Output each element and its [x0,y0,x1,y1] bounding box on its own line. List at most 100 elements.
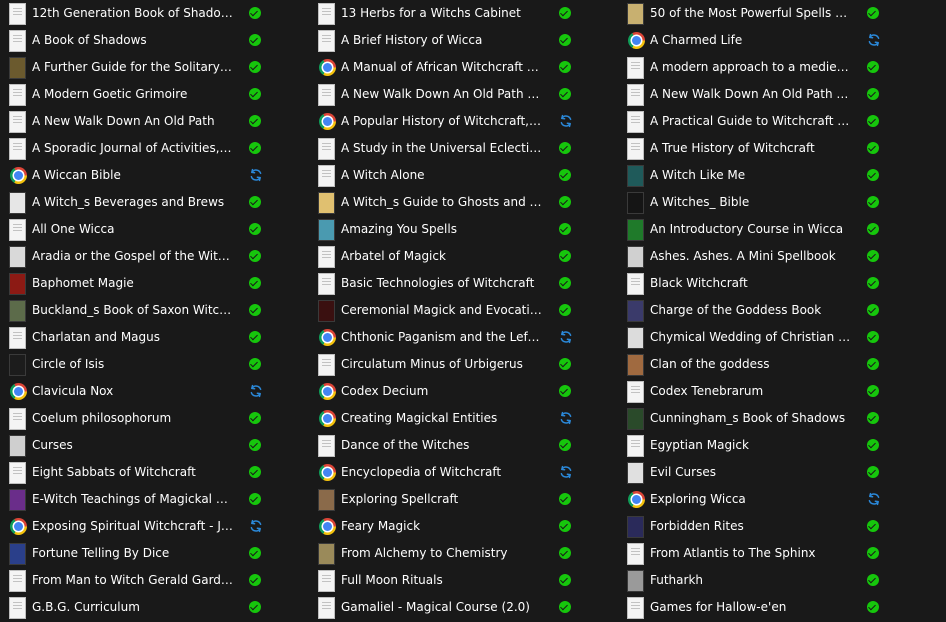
synced-check-icon [249,547,261,559]
file-name: From Atlantis to The Sphinx [650,546,816,560]
file-item[interactable]: From Atlantis to The Sphinx [618,540,888,567]
synced-check-icon [249,439,261,451]
file-item[interactable]: Evil Curses [618,459,888,486]
pdf-page-thumbnail-icon [9,3,26,25]
file-item[interactable]: An Introductory Course in Wicca [618,216,888,243]
file-item[interactable]: Full Moon Rituals [309,567,579,594]
file-item[interactable]: A Wiccan Bible [0,162,270,189]
file-item[interactable]: Egyptian Magick [618,432,888,459]
file-item[interactable]: A New Walk Down An Old Path [0,108,270,135]
file-item[interactable]: Charlatan and Magus [0,324,270,351]
file-item[interactable]: Codex Tenebrarum [618,378,888,405]
file-item[interactable]: A Charmed Life [618,27,888,54]
file-item[interactable]: Eight Sabbats of Witchcraft [0,459,270,486]
file-item[interactable]: From Alchemy to Chemistry [309,540,579,567]
file-item[interactable]: Forbidden Rites [618,513,888,540]
file-item[interactable]: All One Wicca [0,216,270,243]
file-item[interactable]: A modern approach to a medieval ... [618,54,888,81]
file-item[interactable]: A Further Guide for the Solitary Prac... [0,54,270,81]
file-name: A Modern Goetic Grimoire [32,87,188,101]
file-name: Eight Sabbats of Witchcraft [32,465,196,479]
chrome-html-icon [319,329,336,346]
document-thumbnail-icon [9,489,26,511]
file-item[interactable]: A Modern Goetic Grimoire [0,81,270,108]
file-item[interactable]: Circle of Isis [0,351,270,378]
document-thumbnail-icon [9,273,26,295]
file-item[interactable]: 12th Generation Book of Shadows [0,0,270,27]
file-item[interactable]: G.B.G. Curriculum [0,594,270,621]
file-item[interactable]: Exploring Wicca [618,486,888,513]
file-item[interactable]: Basic Technologies of Witchcraft [309,270,579,297]
file-name: Clavicula Nox [32,384,114,398]
file-item[interactable]: Chymical Wedding of Christian Ros... [618,324,888,351]
file-item[interactable]: Gamaliel - Magical Course (2.0) [309,594,579,621]
file-name: A New Walk Down An Old Path [32,114,215,128]
file-item[interactable]: Exposing Spiritual Witchcraft - Jona... [0,513,270,540]
file-item[interactable]: From Man to Witch Gerald Gardner ... [0,567,270,594]
file-item[interactable]: Aradia or the Gospel of the Witches [0,243,270,270]
file-name: Circulatum Minus of Urbigerus [341,357,523,371]
file-item[interactable]: Baphomet Magie [0,270,270,297]
file-item[interactable]: Exploring Spellcraft [309,486,579,513]
file-item[interactable]: Circulatum Minus of Urbigerus [309,351,579,378]
file-name: A Charmed Life [650,33,743,47]
file-item[interactable]: A Witch Alone [309,162,579,189]
document-thumbnail-icon [627,219,644,241]
file-item[interactable]: 13 Herbs for a Witchs Cabinet [309,0,579,27]
file-item[interactable]: Buckland_s Book of Saxon Witchcraft [0,297,270,324]
file-item[interactable]: A Sporadic Journal of Activities, Spe... [0,135,270,162]
file-name: A Study in the Universal Eclectic Wi... [341,141,543,155]
file-item[interactable]: Arbatel of Magick [309,243,579,270]
synced-check-icon [867,7,879,19]
document-thumbnail-icon [9,192,26,214]
chrome-html-icon [10,518,27,535]
file-item[interactable]: Creating Magickal Entities [309,405,579,432]
file-item[interactable]: Futharkh [618,567,888,594]
file-item[interactable]: Dance of the Witches [309,432,579,459]
file-item[interactable]: Fortune Telling By Dice [0,540,270,567]
file-item[interactable]: Ashes. Ashes. A Mini Spellbook [618,243,888,270]
file-item[interactable]: Chthonic Paganism and the Left Ha... [309,324,579,351]
file-item[interactable]: A Practical Guide to Witchcraft and ... [618,108,888,135]
file-item[interactable]: A Witches_ Bible [618,189,888,216]
file-item[interactable]: A Brief History of Wicca [309,27,579,54]
file-item[interactable]: Ceremonial Magick and Evocation [309,297,579,324]
file-item[interactable]: Feary Magick [309,513,579,540]
file-item[interactable]: A New Walk Down An Old Path [3rd... [618,81,888,108]
file-item[interactable]: Curses [0,432,270,459]
pdf-page-thumbnail-icon [318,84,335,106]
file-item[interactable]: Black Witchcraft [618,270,888,297]
file-item[interactable]: A Witch Like Me [618,162,888,189]
file-item[interactable]: A Witch_s Beverages and Brews [0,189,270,216]
file-item[interactable]: Amazing You Spells [309,216,579,243]
file-item[interactable]: Clan of the goddess [618,351,888,378]
file-item[interactable]: Charge of the Goddess Book [618,297,888,324]
file-name: A Witch_s Guide to Ghosts and the ... [341,195,543,209]
document-thumbnail-icon [627,408,644,430]
file-item[interactable]: 50 of the Most Powerful Spells on E... [618,0,888,27]
pdf-page-thumbnail-icon [9,219,26,241]
file-item[interactable]: Games for Hallow-e'en [618,594,888,621]
file-item[interactable]: Encyclopedia of Witchcraft [309,459,579,486]
file-item[interactable]: A True History of Witchcraft [618,135,888,162]
file-name: Black Witchcraft [650,276,748,290]
file-item[interactable]: Clavicula Nox [0,378,270,405]
file-item[interactable]: Coelum philosophorum [0,405,270,432]
pdf-page-thumbnail-icon [9,327,26,349]
sync-pending-icon [249,168,263,182]
synced-check-icon [867,574,879,586]
pdf-page-thumbnail-icon [627,435,644,457]
file-item[interactable]: Cunningham_s Book of Shadows [618,405,888,432]
file-item[interactable]: A Manual of African Witchcraft and... [309,54,579,81]
synced-check-icon [559,601,571,613]
file-item[interactable]: A Witch_s Guide to Ghosts and the ... [309,189,579,216]
file-item[interactable]: A Study in the Universal Eclectic Wi... [309,135,579,162]
file-item[interactable]: A Popular History of Witchcraft, Mo... [309,108,579,135]
file-item[interactable]: E-Witch Teachings of Magickal Mas... [0,486,270,513]
file-item[interactable]: Codex Decium [309,378,579,405]
file-item[interactable]: A New Walk Down An Old Path [2n... [309,81,579,108]
chrome-html-icon [319,59,336,76]
pdf-page-thumbnail-icon [318,165,335,187]
file-item[interactable]: A Book of Shadows [0,27,270,54]
file-name: Coelum philosophorum [32,411,172,425]
